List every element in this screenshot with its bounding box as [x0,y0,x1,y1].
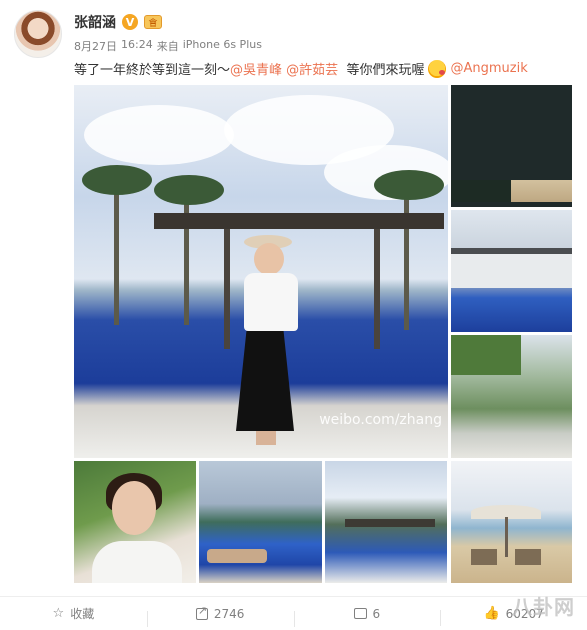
user-name-row: 张韶涵 V 會 [74,12,162,32]
username[interactable]: 张韶涵 [74,12,116,32]
mention-link-2[interactable]: @許茹芸 [286,59,338,78]
avatar[interactable] [14,10,62,58]
mention-link-1[interactable]: @吳青峰 [230,59,282,78]
star-outline-icon: ☆ [52,606,65,621]
post-time[interactable]: 16:24 [121,38,153,54]
comment-count: 6 [372,606,381,621]
comment-button[interactable]: 6 [293,606,441,627]
verified-icon[interactable]: V [122,14,138,30]
favorite-button[interactable]: ☆ 收藏 [0,605,147,622]
kiss-emoji-icon [428,59,447,78]
photo-pool-pavilion[interactable] [325,461,447,583]
post-meta: 8月27日 16:24 来自 iPhone 6s Plus [74,38,262,54]
site-watermark: 八卦网 [512,595,575,619]
comment-icon [353,608,367,619]
favorite-label: 收藏 [70,607,95,621]
weibo-watermark: weibo.com/zhang [319,412,442,428]
post-source[interactable]: iPhone 6s Plus [183,38,262,54]
post-date[interactable]: 8月27日 [74,38,117,54]
photo-beach-umbrella[interactable] [451,461,572,583]
post-text-intro: 等了一年終於等到這一刻～ [74,63,231,78]
source-prefix: 来自 [156,40,179,53]
repost-count: 2746 [213,606,245,621]
photo-pool-lounger[interactable] [199,461,322,583]
share-icon [195,604,208,620]
repost-button[interactable]: 2746 [146,604,294,627]
post-action-bar: ☆ 收藏 2746 6 👍 60207 [0,596,587,630]
photo-main-pool[interactable]: weibo.com/zhang [74,85,448,458]
mention-link-3[interactable]: @Angmuzik [450,61,527,76]
thumbs-up-icon: 👍 [483,606,500,621]
photo-hammock-garden[interactable] [451,335,572,458]
photo-selfie[interactable] [74,461,196,583]
post-text-middle: 等你們來玩喔 [346,63,425,78]
photo-villa-pool[interactable] [451,210,572,332]
photo-beach-palms[interactable] [451,85,572,207]
member-badge-icon[interactable]: 會 [144,15,162,29]
post-text: 等了一年終於等到這一刻～ @吳青峰 @許茹芸 等你們來玩喔 @Angmuzik [74,59,528,78]
